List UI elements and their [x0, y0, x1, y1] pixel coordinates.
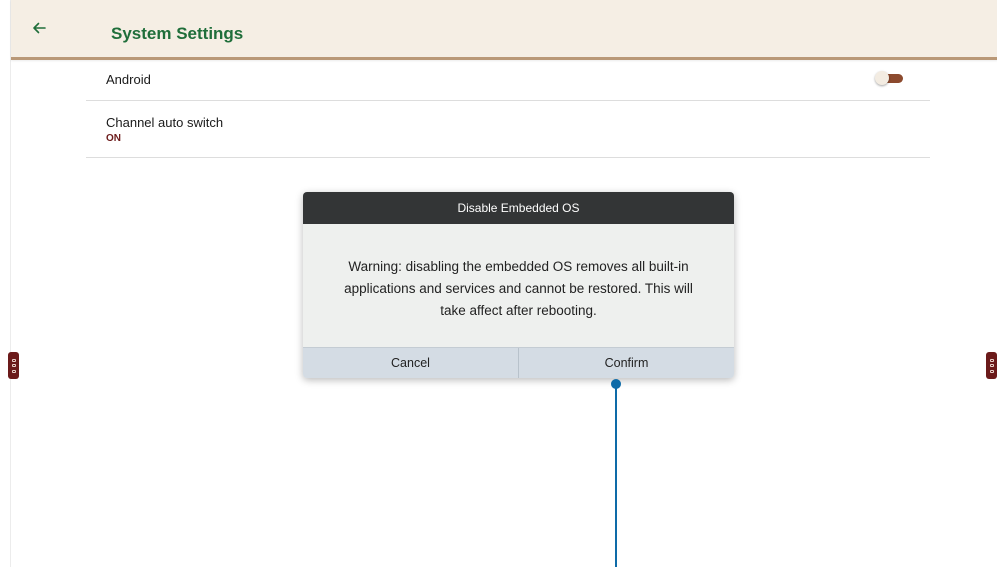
page-title: System Settings	[111, 24, 244, 43]
setting-value-channel-auto-switch: ON	[106, 133, 121, 144]
arrow-left-icon	[32, 21, 46, 39]
setting-label-channel-auto-switch: Channel auto switch	[106, 115, 224, 130]
setting-label-android: Android	[106, 72, 151, 87]
callout-line	[615, 386, 617, 567]
dialog-title: Disable Embedded OS	[303, 192, 734, 224]
dialog-message: Warning: disabling the embedded OS remov…	[344, 259, 693, 318]
handle-grip-icon	[11, 358, 16, 373]
dialog-actions: Cancel Confirm	[303, 347, 734, 378]
side-handle-left[interactable]	[8, 352, 19, 379]
side-handle-right[interactable]	[986, 352, 997, 379]
setting-row-channel-auto-switch[interactable]: Channel auto switch ON	[86, 101, 930, 158]
setting-row-android[interactable]: Android	[86, 60, 930, 101]
cancel-button[interactable]: Cancel	[303, 348, 518, 378]
toggle-thumb	[875, 71, 889, 85]
back-button[interactable]	[27, 18, 51, 42]
settings-screen: System Settings Android Channel auto swi…	[10, 0, 997, 567]
disable-embedded-os-dialog: Disable Embedded OS Warning: disabling t…	[303, 192, 734, 378]
app-bar: System Settings	[11, 0, 997, 60]
handle-grip-icon	[989, 358, 994, 373]
android-toggle[interactable]	[875, 71, 903, 85]
confirm-button[interactable]: Confirm	[518, 348, 734, 378]
